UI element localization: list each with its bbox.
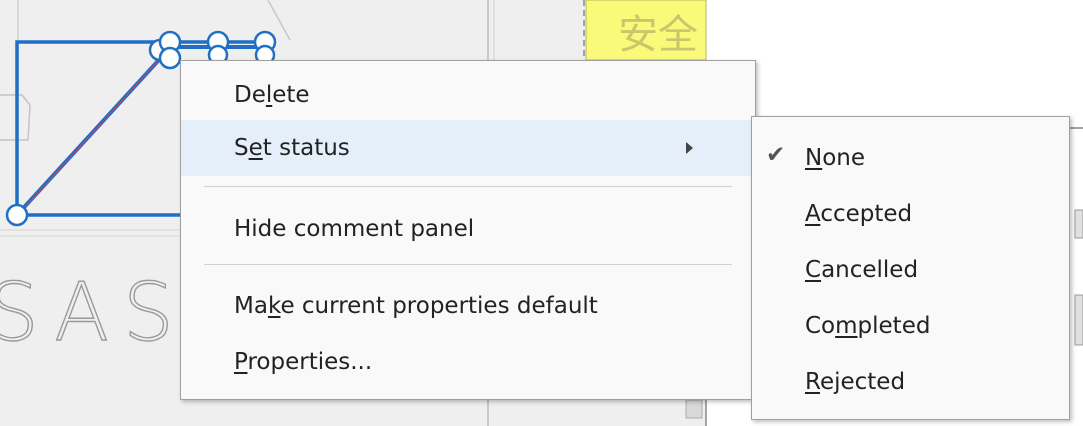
status-option-completed-label: Completed <box>805 313 931 339</box>
yellow-label-glyphs: 安全 <box>618 12 698 58</box>
status-option-completed[interactable]: Completed <box>752 300 1069 356</box>
status-option-rejected[interactable]: Rejected <box>752 356 1069 412</box>
status-option-cancelled[interactable]: Cancelled <box>752 244 1069 300</box>
context-menu: Delete Set status Hide comment panel Mak… <box>180 60 756 400</box>
menu-item-set-status-label: Set status <box>234 135 350 161</box>
menu-item-hide-comment-panel[interactable]: Hide comment panel <box>181 201 755 257</box>
menu-item-set-status[interactable]: Set status <box>181 120 755 176</box>
status-submenu: ✔ None Accepted Cancelled Completed Reje… <box>751 116 1070 420</box>
menu-item-properties-label: Properties... <box>234 349 373 375</box>
status-option-rejected-label: Rejected <box>805 369 906 395</box>
menu-separator <box>204 264 732 265</box>
handle-bottom-left <box>5 203 29 227</box>
submenu-arrow-icon <box>686 142 693 154</box>
menu-item-make-default[interactable]: Make current properties default <box>181 278 755 334</box>
menu-item-delete[interactable]: Delete <box>181 67 755 123</box>
status-option-cancelled-label: Cancelled <box>805 257 919 283</box>
menu-item-delete-label: Delete <box>234 82 310 108</box>
status-option-none-label: None <box>805 145 866 171</box>
status-option-none[interactable]: ✔ None <box>752 132 1069 188</box>
menu-item-properties[interactable]: Properties... <box>181 334 755 390</box>
handle-top-3 <box>158 46 182 70</box>
menu-item-hide-comment-panel-label: Hide comment panel <box>234 216 475 242</box>
status-option-accepted[interactable]: Accepted <box>752 188 1069 244</box>
status-option-accepted-label: Accepted <box>805 201 913 227</box>
menu-separator <box>204 186 732 187</box>
menu-item-make-default-label: Make current properties default <box>234 293 598 319</box>
checkmark-icon: ✔ <box>766 142 786 168</box>
